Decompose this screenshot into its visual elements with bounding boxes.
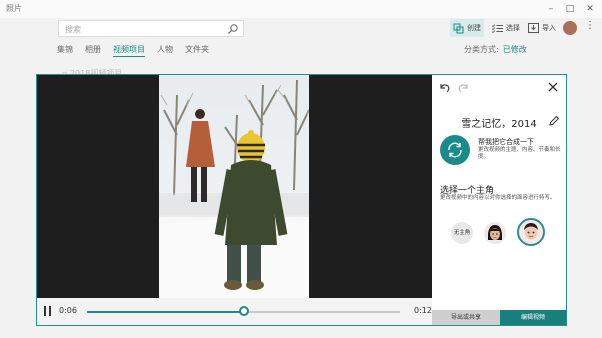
total-time: 0:12 — [414, 306, 432, 315]
import-label: 导入 — [542, 24, 556, 32]
remix-description: 更改视频的主题、内容、节奏和长度。 — [478, 147, 561, 160]
sort-label: 分类方式: — [464, 45, 499, 54]
adult-face-avatar — [484, 222, 506, 244]
redo-icon[interactable] — [457, 80, 471, 94]
edit-video-button[interactable]: 编辑视频 — [500, 310, 566, 325]
close-icon[interactable] — [546, 80, 560, 94]
undo-icon[interactable] — [437, 80, 451, 94]
import-icon — [528, 23, 539, 33]
video-player[interactable] — [37, 75, 432, 298]
create-icon — [453, 23, 464, 33]
create-label: 创建 — [467, 24, 481, 32]
account-avatar[interactable] — [563, 21, 577, 35]
select-label: 选择 — [506, 24, 520, 32]
seek-thumb[interactable] — [238, 306, 249, 316]
sort-control[interactable]: 分类方式: 已修改 — [464, 44, 527, 55]
tab-people[interactable]: 人物 — [157, 44, 173, 57]
character-description: 更改视频中的内容以对你选择的面容进行特写。 — [440, 195, 556, 201]
no-character-option[interactable]: 无主角 — [451, 222, 473, 244]
side-panel: 雪之记忆，2014 帮我把它合成一下 更改视频的主题、内容、节奏和长度。 选择一… — [432, 75, 566, 325]
remix-button[interactable] — [440, 135, 470, 165]
seek-progress — [87, 311, 244, 313]
video-frame-image — [159, 75, 309, 298]
minimize-button[interactable]: – — [544, 2, 558, 16]
tab-collection[interactable]: 集锦 — [57, 44, 73, 57]
sort-value[interactable]: 已修改 — [503, 45, 527, 54]
edit-pencil-icon[interactable] — [547, 114, 561, 128]
nav-tabs: 集锦 相册 视频项目 人物 文件夹 — [57, 44, 209, 57]
character-option-child-selected[interactable] — [517, 218, 545, 246]
select-button[interactable]: 选择 — [492, 19, 520, 37]
import-button[interactable]: 导入 — [528, 19, 556, 37]
search-icon — [228, 24, 238, 34]
export-share-button[interactable]: 导出或共享 — [432, 310, 500, 325]
video-title: 雪之记忆，2014 — [461, 119, 537, 130]
remix-icon — [448, 142, 462, 158]
search-placeholder: 搜索 — [65, 25, 81, 34]
search-input[interactable]: 搜索 — [58, 20, 244, 37]
pause-icon[interactable] — [43, 306, 52, 316]
seek-bar[interactable] — [87, 306, 400, 316]
tab-video-projects[interactable]: 视频项目 — [113, 44, 145, 57]
current-time: 0:06 — [59, 306, 77, 315]
maximize-button[interactable]: □ — [563, 2, 577, 16]
app-title: 照片 — [6, 4, 22, 13]
playback-controls: 0:06 0:12 — [37, 298, 432, 325]
more-options-button[interactable]: ⋮ — [585, 20, 595, 31]
select-icon — [492, 23, 503, 33]
remix-title[interactable]: 帮我把它合成一下 — [478, 137, 534, 147]
close-window-button[interactable]: ✕ — [583, 2, 597, 16]
video-preview-dialog: 0:06 0:12 雪之记忆，2014 帮我把它合成一下 更改视频的主题、内容、… — [36, 74, 567, 326]
character-option-adult[interactable] — [484, 222, 506, 244]
create-button[interactable]: 创建 — [450, 19, 484, 37]
tab-folders[interactable]: 文件夹 — [185, 44, 209, 57]
title-bar: 照片 – □ ✕ — [0, 0, 602, 18]
child-face-avatar — [519, 220, 543, 244]
tab-albums[interactable]: 相册 — [85, 44, 101, 57]
